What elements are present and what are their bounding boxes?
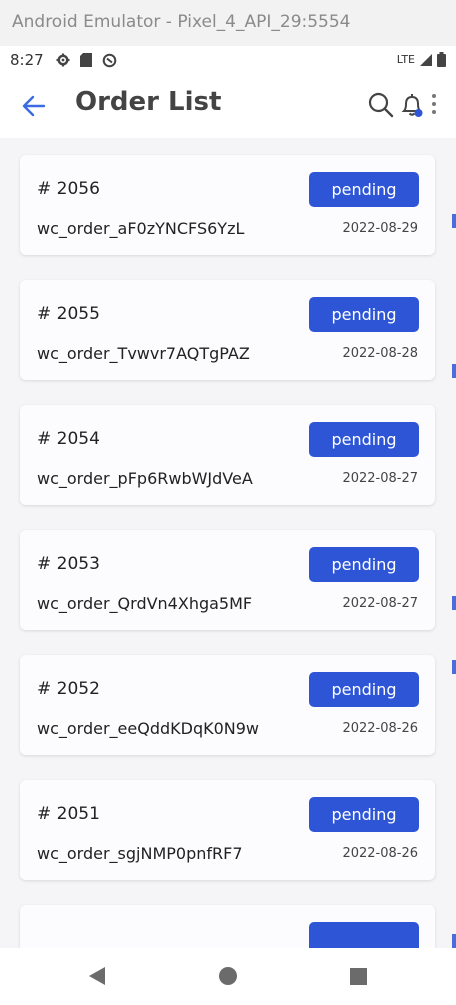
order-number: # 2054 xyxy=(37,429,100,449)
app-bar: Order List xyxy=(0,74,456,138)
order-number: # 2055 xyxy=(37,304,100,324)
status-badge: pending xyxy=(309,672,419,707)
scroll-edge-mark xyxy=(452,214,456,228)
status-time: 8:27 xyxy=(10,51,44,69)
scroll-edge-mark xyxy=(452,660,456,674)
order-number: # 2056 xyxy=(37,179,100,199)
bell-icon[interactable] xyxy=(398,91,426,119)
sd-card-icon xyxy=(80,53,92,67)
page-title: Order List xyxy=(75,87,222,117)
status-badge: pending xyxy=(309,547,419,582)
notification-dot xyxy=(414,109,423,117)
order-date: 2022-08-26 xyxy=(342,721,418,736)
order-card[interactable]: # 2053 pending wc_order_QrdVn4Xhga5MF 2022-… xyxy=(20,530,435,630)
battery-icon xyxy=(437,52,446,67)
order-card[interactable]: # 2055 pending wc_order_Tvwvr7AQTgPAZ 2022-… xyxy=(20,280,435,380)
status-badge: pending xyxy=(309,297,419,332)
signal-icon xyxy=(420,53,432,66)
order-date: 2022-08-27 xyxy=(342,471,418,486)
emulator-title: Android Emulator - Pixel_4_API_29:5554 xyxy=(0,0,456,46)
data-saver-icon xyxy=(102,53,117,68)
network-type: LTE xyxy=(396,53,415,66)
scroll-edge-mark xyxy=(452,364,456,378)
status-badge: pending xyxy=(309,797,419,832)
status-icons-right: LTE xyxy=(397,52,446,67)
scroll-edge-mark xyxy=(452,934,456,948)
device-screen: 8:27 LTE Order List # 2056 pending wc_or… xyxy=(0,46,456,1005)
order-number: # 2053 xyxy=(37,554,100,574)
order-card[interactable]: # 2051 pending wc_order_sgjNMP0pnfRF7 2022-… xyxy=(20,780,435,880)
status-badge xyxy=(309,922,419,948)
status-bar: 8:27 LTE xyxy=(0,46,456,74)
order-key: wc_order_QrdVn4Xhga5MF xyxy=(37,594,253,613)
order-list[interactable]: # 2056 pending wc_order_aF0zYNCFS6YzL 2022-… xyxy=(0,138,456,948)
order-date: 2022-08-26 xyxy=(342,846,418,861)
order-key: wc_order_eeQddKDqK0N9w xyxy=(37,719,260,738)
order-key: wc_order_pFp6RwbWJdVeA xyxy=(37,469,253,488)
order-key: wc_order_sgjNMP0pnfRF7 xyxy=(37,844,243,863)
order-number: # 2051 xyxy=(37,804,100,824)
arrow-left-icon[interactable] xyxy=(20,92,48,120)
gear-icon xyxy=(56,53,70,67)
nav-home-icon[interactable] xyxy=(219,967,237,985)
order-card[interactable]: # 2054 pending wc_order_pFp6RwbWJdVeA 2022-… xyxy=(20,405,435,505)
status-badge: pending xyxy=(309,422,419,457)
scroll-edge-mark xyxy=(452,596,456,610)
order-card[interactable]: # 2052 pending wc_order_eeQddKDqK0N9w 2022-… xyxy=(20,655,435,755)
system-nav-bar xyxy=(0,948,456,1005)
order-date: 2022-08-28 xyxy=(342,346,418,361)
status-badge: pending xyxy=(309,172,419,207)
nav-recents-icon[interactable] xyxy=(350,968,367,985)
status-icons-left xyxy=(56,53,117,68)
nav-back-icon[interactable] xyxy=(88,966,106,986)
more-vert-icon[interactable] xyxy=(428,92,440,120)
search-icon[interactable] xyxy=(367,91,395,119)
order-card[interactable]: # 2056 pending wc_order_aF0zYNCFS6YzL 2022-… xyxy=(20,155,435,255)
order-card[interactable] xyxy=(20,905,435,948)
order-key: wc_order_aF0zYNCFS6YzL xyxy=(37,219,245,238)
order-date: 2022-08-27 xyxy=(342,596,418,611)
order-number: # 2052 xyxy=(37,679,100,699)
order-date: 2022-08-29 xyxy=(342,221,418,236)
order-key: wc_order_Tvwvr7AQTgPAZ xyxy=(37,344,250,363)
